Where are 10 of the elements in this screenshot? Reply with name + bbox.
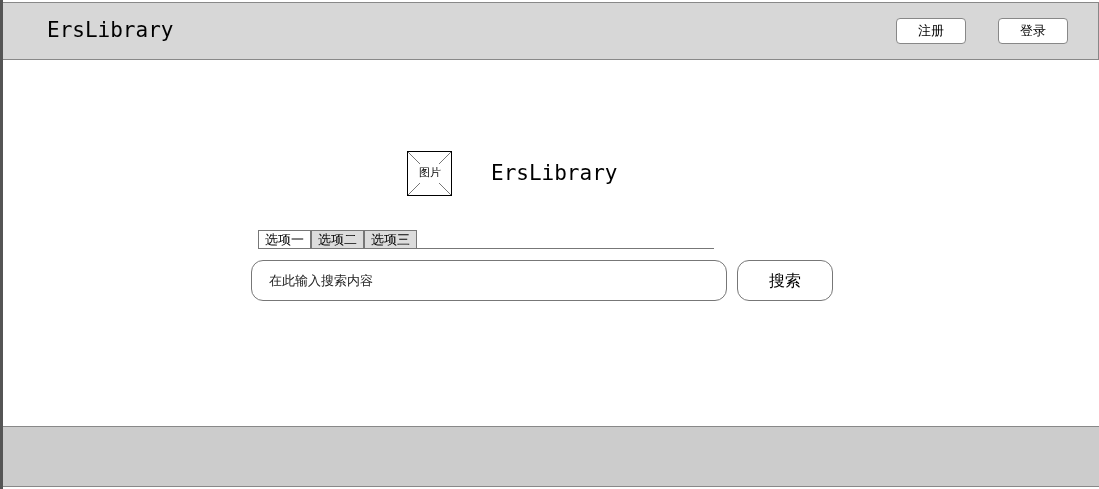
tab[interactable]: 选项一: [258, 230, 311, 248]
search-button[interactable]: 搜索: [737, 260, 833, 301]
login-button[interactable]: 登录: [998, 18, 1068, 44]
image-label: 图片: [418, 165, 441, 182]
search-field[interactable]: 在此输入搜索内容: [251, 260, 727, 301]
logo-title: ErsLibrary: [491, 159, 618, 187]
site-title: ErsLibrary: [47, 17, 174, 45]
tab[interactable]: 选项二: [311, 230, 364, 248]
register-button[interactable]: 注册: [896, 18, 966, 44]
tab[interactable]: 选项三: [364, 230, 417, 248]
